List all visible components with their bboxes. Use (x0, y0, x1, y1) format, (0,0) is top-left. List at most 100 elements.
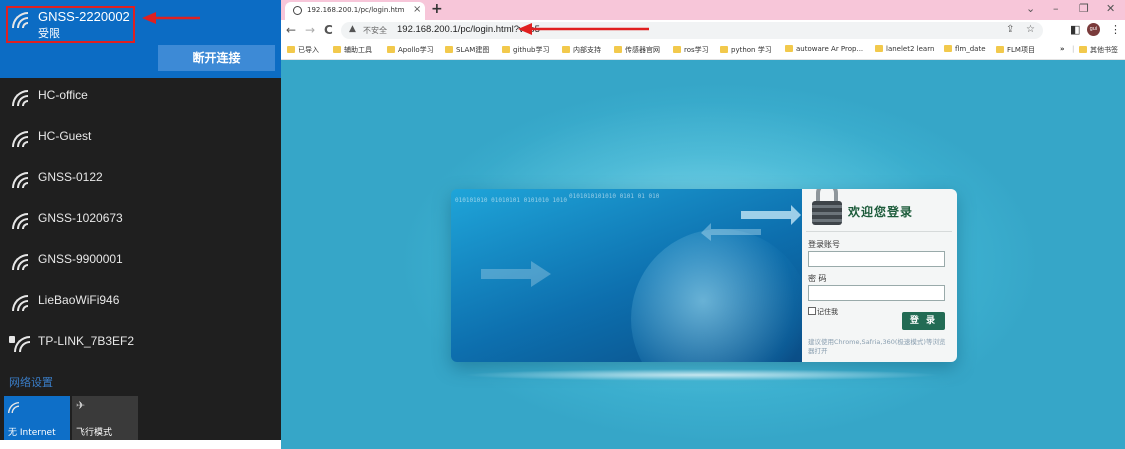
folder-icon (720, 46, 728, 53)
wifi-list-item[interactable]: HC-office (0, 78, 281, 118)
folder-icon (445, 46, 453, 53)
remember-me-label: 记住我 (817, 308, 838, 316)
close-tab-icon[interactable]: × (413, 4, 421, 15)
wifi-icon (8, 402, 20, 414)
tile-label: 飞行模式 (76, 428, 113, 438)
folder-icon (387, 46, 395, 53)
active-tab[interactable]: 192.168.200.1/pc/login.html?v × (285, 2, 425, 20)
browser-tip: 建议使用Chrome,Safria,360(极速模式)等浏览器打开 (808, 338, 946, 355)
binary-decoration: 0101010101010 0101 01 010 (569, 193, 660, 200)
wifi-list-item[interactable]: GNSS-0122 (0, 160, 281, 200)
folder-icon (502, 46, 510, 53)
folder-icon (287, 46, 295, 53)
arrow-graphic-icon (481, 261, 551, 287)
checkbox-icon[interactable] (808, 307, 816, 315)
folder-icon (673, 46, 681, 53)
bookmark-folder[interactable]: 辅助工具 (333, 45, 372, 55)
password-input[interactable] (808, 285, 945, 301)
airplane-mode-tile[interactable]: ✈ 飞行模式 (72, 396, 138, 440)
wifi-list-item[interactable]: HC-Guest (0, 119, 281, 159)
connection-status: 受限 (38, 27, 60, 40)
menu-icon[interactable]: ⋮ (1110, 23, 1121, 36)
bookmark-folder[interactable]: 已导入 (287, 45, 319, 55)
login-button[interactable]: 登 录 (902, 312, 945, 330)
bookmark-folder[interactable]: FLM项目 (996, 45, 1035, 55)
bookmark-folder[interactable]: ros学习 (673, 45, 709, 55)
network-settings-link[interactable]: 网络设置 (9, 374, 53, 390)
bookmarks-bar: 已导入 辅助工具 Apollo学习 SLAM建图 github学习 内部支持 传… (281, 41, 1125, 60)
bookmark-folder[interactable]: autoware Ar Prop... (785, 45, 863, 53)
wifi-ssid: GNSS-9900001 (38, 252, 123, 266)
wifi-ssid: TP-LINK_7B3EF2 (38, 334, 135, 348)
annotation-arrow-icon (142, 12, 200, 24)
reload-icon[interactable]: C (324, 23, 333, 37)
more-bookmarks-button[interactable]: » (1060, 45, 1065, 53)
bookmark-folder[interactable]: python 学习 (720, 45, 772, 55)
bookmarks-separator: | (1072, 45, 1075, 53)
folder-icon (614, 46, 622, 53)
new-tab-button[interactable]: + (431, 1, 443, 17)
wifi-secured-signal-icon (9, 336, 30, 352)
browser-toolbar: ← → C ▲ 不安全 192.168.200.1/pc/login.html?… (281, 20, 1125, 41)
restore-icon[interactable]: ❐ (1079, 2, 1089, 15)
disconnect-button[interactable]: 断开连接 (158, 45, 275, 71)
bookmark-folder[interactable]: lanelet2 learn (875, 45, 934, 53)
connected-network[interactable]: GNSS-2220002 受限 断开连接 (0, 0, 281, 78)
connected-ssid: GNSS-2220002 (38, 9, 130, 24)
other-bookmarks-folder[interactable]: 其他书签 (1079, 45, 1118, 55)
tab-search-icon[interactable]: ⌄ (1026, 2, 1035, 15)
bookmark-folder[interactable]: flm_date (944, 45, 986, 53)
network-banner-image: 010101010 01010101 0101010 1010 01010101… (451, 189, 811, 362)
wifi-list-item[interactable]: GNSS-9900001 (0, 242, 281, 282)
wifi-list-item[interactable]: LieBaoWiFi946 (0, 283, 281, 323)
wifi-ssid: LieBaoWiFi946 (38, 293, 120, 307)
minimize-icon[interactable]: – (1053, 2, 1059, 15)
binary-decoration: 010101010 01010101 0101010 1010 (455, 197, 567, 204)
bookmark-star-icon[interactable]: ☆ (1026, 24, 1035, 35)
wifi-signal-icon (12, 172, 28, 188)
arrow-graphic-icon (701, 205, 801, 241)
folder-icon (785, 45, 793, 52)
wifi-list-item[interactable]: GNSS-1020673 (0, 201, 281, 241)
wifi-signal-icon (12, 213, 28, 229)
wifi-list-item[interactable]: TP-LINK_7B3EF2 (0, 324, 281, 364)
bookmark-folder[interactable]: 传感器官网 (614, 45, 660, 55)
padlock-icon (812, 189, 842, 225)
account-label: 登录账号 (808, 240, 840, 249)
folder-icon (944, 45, 952, 52)
wifi-ssid: GNSS-1020673 (38, 211, 123, 225)
folder-icon (333, 46, 341, 53)
sidebar-icon[interactable]: ◧ (1070, 23, 1080, 36)
folder-icon (562, 46, 570, 53)
bookmark-folder[interactable]: Apollo学习 (387, 45, 434, 55)
form-divider (806, 231, 952, 232)
panel-reflection (461, 369, 941, 381)
wifi-flyout: GNSS-2220002 受限 断开连接 HC-office HC-Guest … (0, 0, 281, 440)
wifi-ssid: HC-office (38, 88, 88, 102)
tile-label: 无 Internet (8, 428, 56, 438)
login-form: 欢迎您登录 登录账号 密 码 记住我 登 录 建议使用Chrome,Safria… (802, 189, 957, 362)
profile-avatar[interactable]: gui (1087, 23, 1100, 36)
folder-icon (996, 46, 1004, 53)
remember-me-checkbox[interactable]: 记住我 (808, 307, 838, 317)
globe-graphic (631, 229, 811, 362)
close-window-icon[interactable]: ✕ (1106, 2, 1115, 15)
bookmark-folder[interactable]: github学习 (502, 45, 549, 55)
login-page: 010101010 01010101 0101010 1010 01010101… (281, 60, 1125, 449)
bookmark-folder[interactable]: SLAM建图 (445, 45, 489, 55)
folder-icon (875, 45, 883, 52)
account-input[interactable] (808, 251, 945, 267)
forward-icon[interactable]: → (305, 23, 315, 37)
back-icon[interactable]: ← (286, 23, 296, 37)
wifi-ssid: HC-Guest (38, 129, 92, 143)
bookmark-folder[interactable]: 内部支持 (562, 45, 601, 55)
browser-window: 192.168.200.1/pc/login.html?v × + ⌄ – ❐ … (281, 0, 1125, 449)
login-panel: 010101010 01010101 0101010 1010 01010101… (451, 189, 957, 362)
share-icon[interactable]: ⇪ (1006, 24, 1014, 35)
password-label: 密 码 (808, 274, 827, 283)
annotation-arrow-icon (518, 23, 649, 35)
wifi-signal-icon (12, 90, 28, 106)
address-bar[interactable]: ▲ 不安全 192.168.200.1/pc/login.html?v=p5 ⇪… (341, 22, 1043, 39)
wifi-ssid: GNSS-0122 (38, 170, 103, 184)
wifi-toggle-tile[interactable]: 无 Internet (4, 396, 70, 440)
